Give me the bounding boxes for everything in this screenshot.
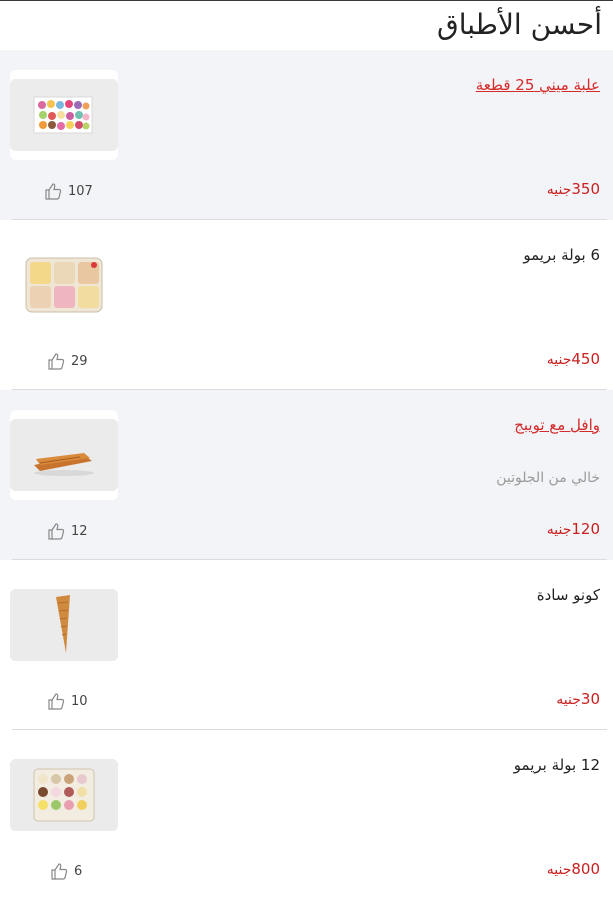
dish-image[interactable] (10, 419, 118, 491)
price-currency: جنيه (546, 182, 572, 198)
price-value: 30 (580, 690, 600, 708)
gelato-box-image (10, 249, 118, 321)
like-count: 10 (71, 693, 88, 709)
like-count: 29 (71, 353, 88, 369)
thumbs-up-icon (48, 353, 65, 370)
waffle-image (10, 419, 118, 491)
dish-item[interactable]: 12 بولة بريمو 800جنيه 6 (0, 730, 613, 900)
thumbs-up-icon (51, 863, 68, 880)
dish-item[interactable]: كونو سادة 30جنيه 10 (0, 560, 613, 730)
cone-image (10, 589, 118, 661)
thumbs-up-icon (45, 183, 62, 200)
dish-image[interactable] (10, 79, 118, 151)
dish-image[interactable] (10, 589, 118, 661)
dish-name-link[interactable]: علبة ميني 25 قطعة (476, 76, 600, 94)
price-value: 350 (571, 180, 600, 198)
like-button[interactable]: 10 (47, 692, 88, 710)
top-divider (0, 0, 613, 1)
price-value: 800 (571, 860, 600, 878)
price-currency: جنيه (546, 862, 572, 878)
dish-price: 800جنيه (547, 860, 600, 878)
dish-item[interactable]: 6 بولة بريمو 450جنيه 29 (0, 220, 613, 390)
thumbs-up-icon (48, 523, 65, 540)
dish-name[interactable]: 12 بولة بريمو (514, 756, 600, 774)
price-value: 450 (571, 350, 600, 368)
macarons-box-image (10, 79, 118, 151)
gelato-12-box-image (10, 759, 118, 831)
dish-name[interactable]: كونو سادة (537, 586, 600, 604)
dish-description: خالي من الجلوتين (496, 470, 600, 486)
dish-price: 450جنيه (547, 350, 600, 368)
dish-price: 350جنيه (547, 180, 600, 198)
dish-item[interactable]: وافل مع تويبج خالي من الجلوتين 120جنيه 1… (0, 390, 613, 560)
like-button[interactable]: 6 (50, 862, 82, 880)
price-value: 120 (571, 520, 600, 538)
like-button[interactable]: 107 (44, 182, 93, 200)
dish-image[interactable] (10, 249, 118, 321)
dish-list: علبة ميني 25 قطعة 350جنيه 107 6 بولة بري… (0, 50, 613, 900)
dish-item[interactable]: علبة ميني 25 قطعة 350جنيه 107 (0, 50, 613, 220)
dish-price: 30جنيه (556, 690, 600, 708)
thumbs-up-icon (48, 693, 65, 710)
dish-name-link[interactable]: وافل مع تويبج (514, 416, 600, 434)
like-count: 107 (68, 183, 93, 199)
like-count: 6 (74, 863, 83, 879)
dish-name[interactable]: 6 بولة بريمو (523, 246, 600, 264)
like-button[interactable]: 29 (47, 352, 88, 370)
dish-image[interactable] (10, 759, 118, 831)
price-currency: جنيه (556, 692, 581, 708)
page-title: أحسن الأطباق (436, 8, 602, 41)
price-currency: جنيه (546, 522, 572, 538)
like-button[interactable]: 12 (47, 522, 88, 540)
like-count: 12 (71, 523, 88, 539)
price-currency: جنيه (546, 352, 572, 368)
dish-price: 120جنيه (547, 520, 600, 538)
